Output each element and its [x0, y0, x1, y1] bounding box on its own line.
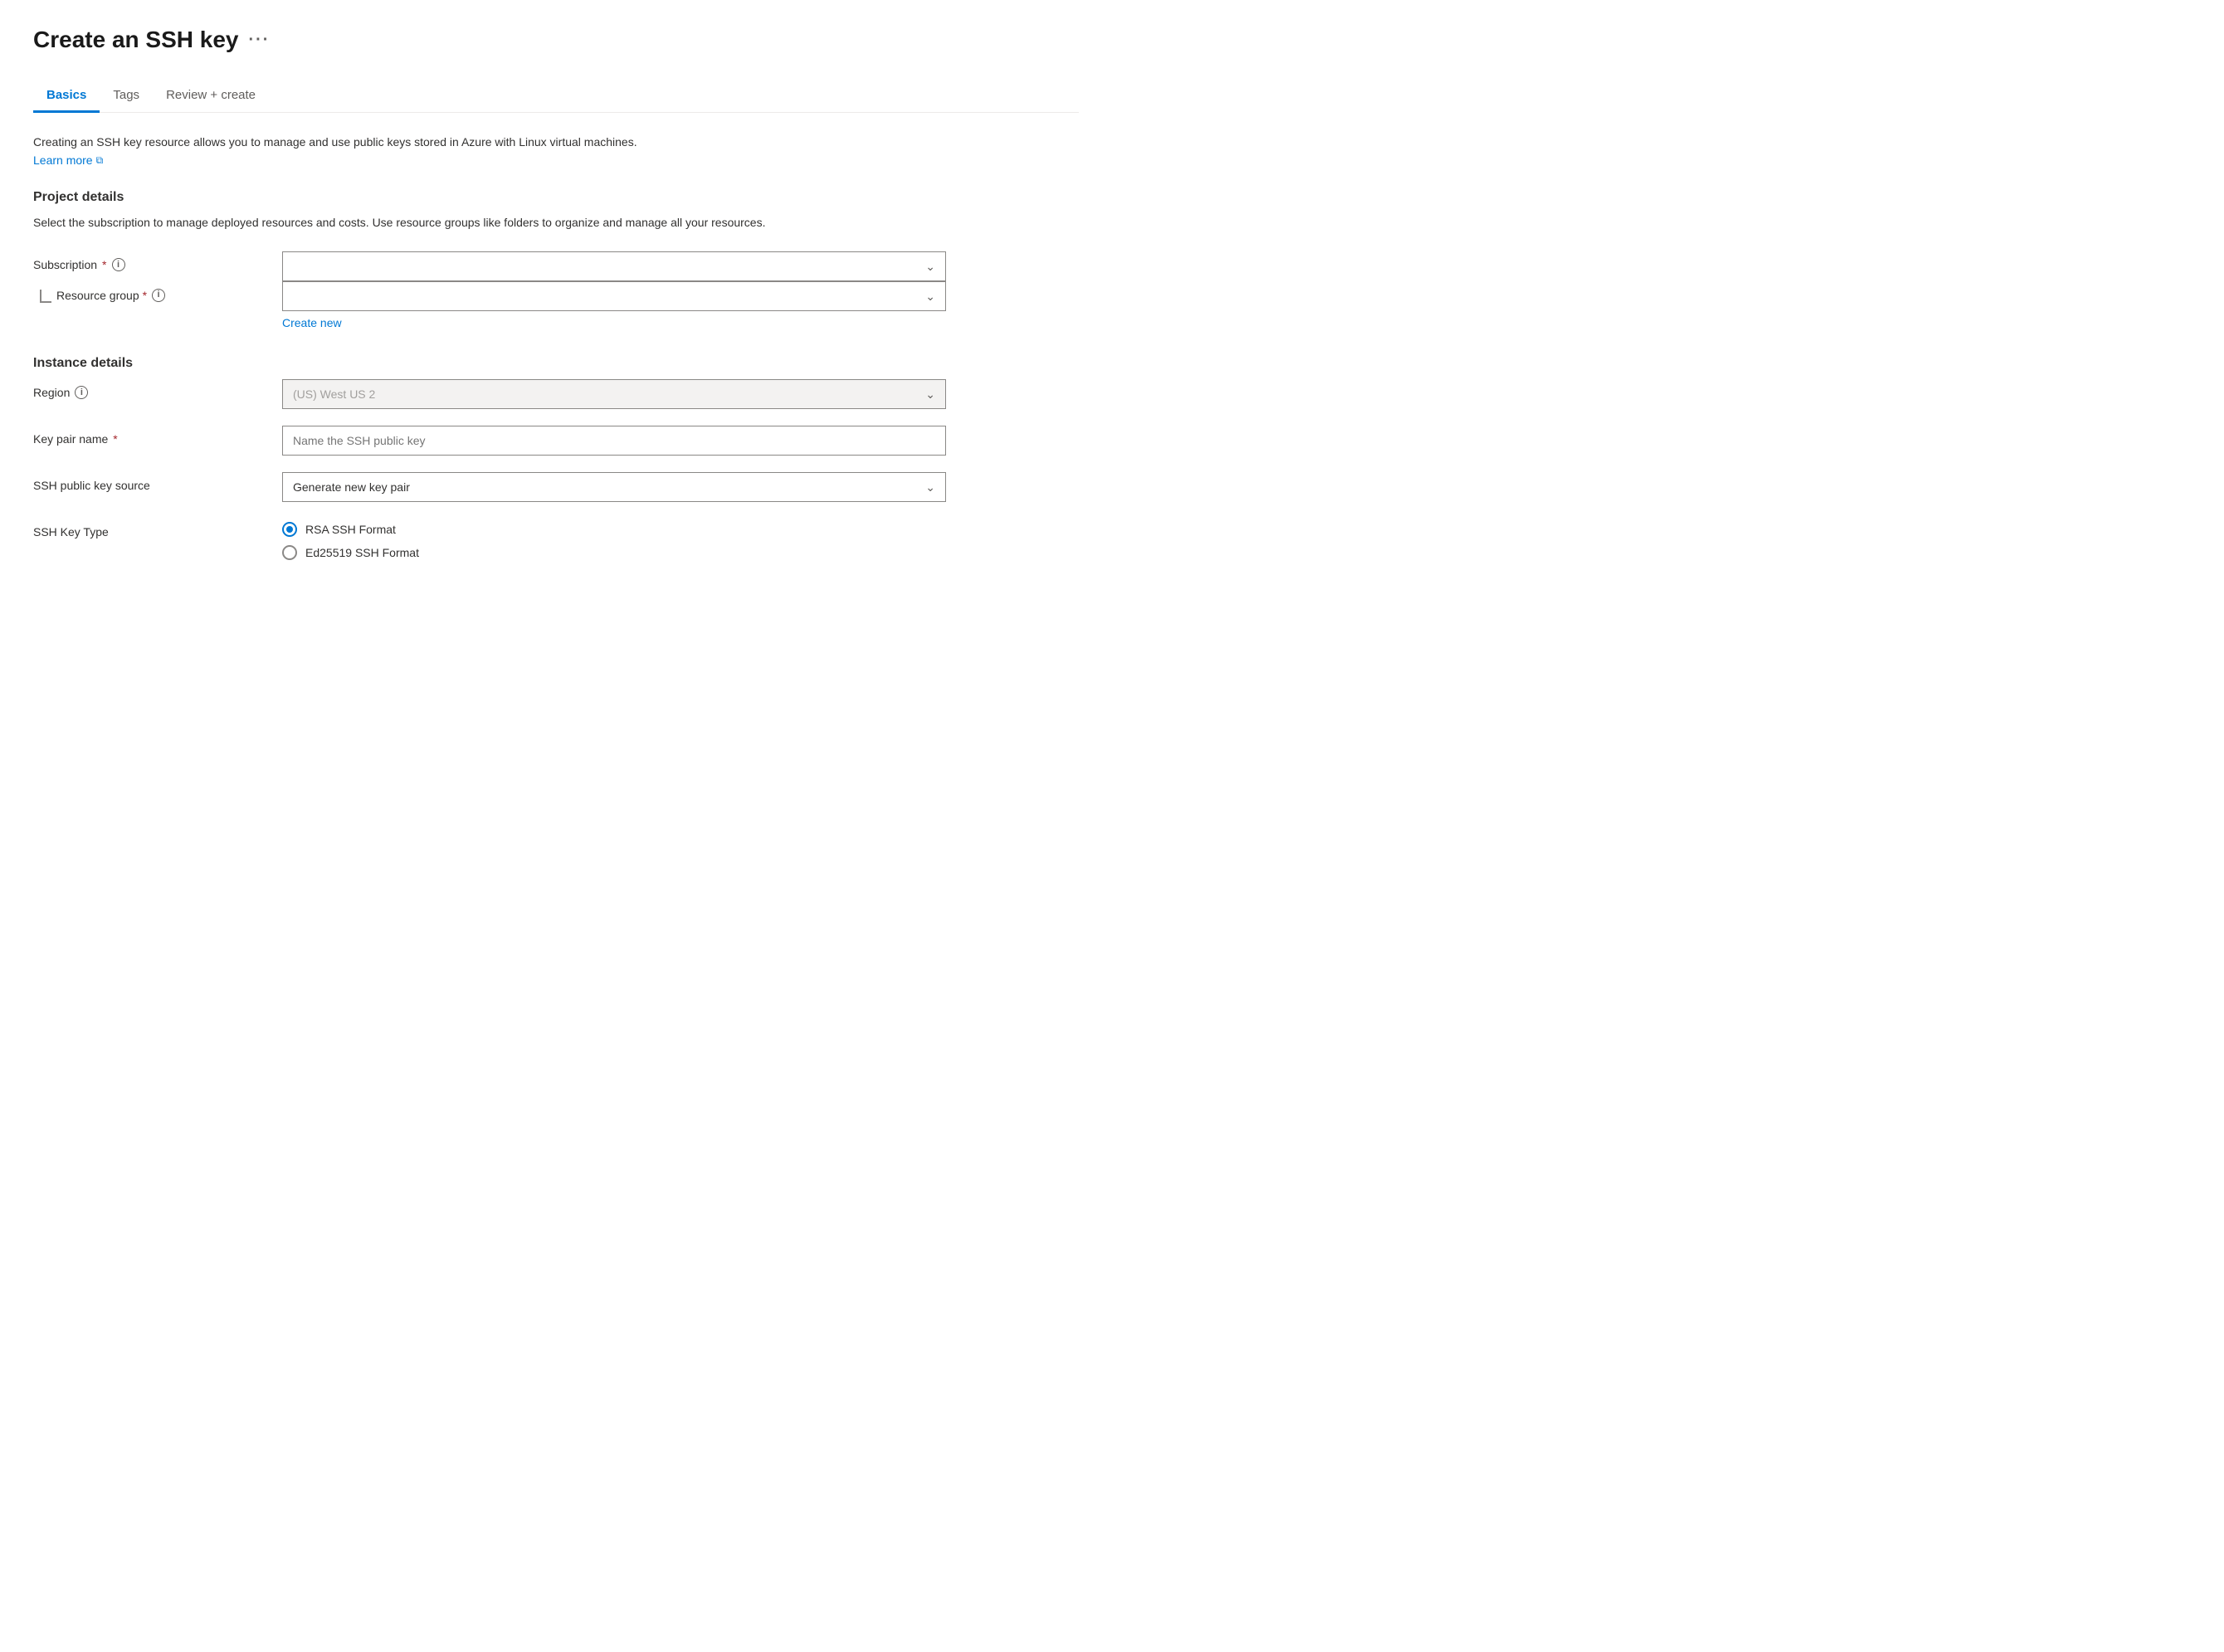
learn-more-link[interactable]: Learn more ⧉: [33, 151, 103, 169]
region-value: (US) West US 2: [293, 387, 375, 401]
description-text: Creating an SSH key resource allows you …: [33, 133, 1079, 151]
instance-details-title: Instance details: [33, 356, 1079, 371]
subscription-row: Subscription * i ⌄: [33, 251, 1079, 281]
more-options-button[interactable]: ···: [248, 31, 270, 50]
radio-circle-ed25519: [282, 545, 297, 560]
resource-group-row: Resource group * i ⌄ Create new: [33, 281, 1079, 329]
resource-group-chevron-icon: ⌄: [925, 290, 935, 304]
resource-group-required-star: *: [143, 289, 147, 302]
tabs-row: Basics Tags Review + create: [33, 80, 1079, 113]
ssh-public-key-source-dropdown[interactable]: Generate new key pair ⌄: [282, 472, 946, 502]
ssh-public-key-source-row: SSH public key source Generate new key p…: [33, 472, 1079, 502]
project-details-description: Select the subscription to manage deploy…: [33, 213, 1079, 231]
subscription-chevron-icon: ⌄: [925, 260, 935, 274]
resource-group-control-col: ⌄ Create new: [282, 281, 946, 329]
key-pair-name-row: Key pair name *: [33, 426, 1079, 456]
key-pair-name-input[interactable]: [282, 426, 946, 456]
ssh-public-key-source-label-col: SSH public key source: [33, 472, 266, 492]
page-container: Create an SSH key ··· Basics Tags Review…: [33, 27, 1079, 560]
page-title: Create an SSH key: [33, 27, 238, 53]
description-section: Creating an SSH key resource allows you …: [33, 133, 1079, 170]
external-link-icon: ⧉: [96, 153, 104, 168]
tab-basics[interactable]: Basics: [33, 80, 100, 113]
ssh-public-key-source-chevron-icon: ⌄: [925, 480, 935, 495]
ssh-public-key-source-label: SSH public key source: [33, 479, 150, 492]
radio-option-ed25519[interactable]: Ed25519 SSH Format: [282, 545, 946, 560]
radio-label-ed25519: Ed25519 SSH Format: [305, 546, 419, 559]
subscription-control-col: ⌄: [282, 251, 946, 281]
region-row: Region i (US) West US 2 ⌄: [33, 379, 1079, 409]
project-details-section: Project details Select the subscription …: [33, 190, 1079, 329]
ssh-key-type-label: SSH Key Type: [33, 525, 109, 538]
region-info-icon[interactable]: i: [75, 386, 88, 399]
region-label-col: Region i: [33, 379, 266, 399]
ssh-key-type-control-col: RSA SSH Format Ed25519 SSH Format: [282, 519, 946, 560]
key-pair-name-label-col: Key pair name *: [33, 426, 266, 446]
radio-label-rsa: RSA SSH Format: [305, 523, 396, 536]
tab-tags[interactable]: Tags: [100, 80, 153, 113]
subscription-required-star: *: [102, 258, 106, 271]
radio-inner-rsa: [286, 526, 293, 533]
resource-group-info-icon[interactable]: i: [152, 289, 165, 302]
resource-group-label-col: Resource group * i: [33, 281, 266, 303]
project-details-title: Project details: [33, 190, 1079, 205]
page-title-row: Create an SSH key ···: [33, 27, 1079, 53]
ssh-key-type-label-col: SSH Key Type: [33, 519, 266, 538]
region-label: Region: [33, 386, 70, 399]
region-control-col: (US) West US 2 ⌄: [282, 379, 946, 409]
key-pair-name-label: Key pair name: [33, 432, 108, 446]
ssh-key-type-radio-group: RSA SSH Format Ed25519 SSH Format: [282, 519, 946, 560]
learn-more-label: Learn more: [33, 151, 93, 169]
key-pair-name-required-star: *: [113, 432, 117, 446]
instance-details-section: Instance details Region i (US) West US 2…: [33, 356, 1079, 560]
create-new-link[interactable]: Create new: [282, 316, 342, 329]
resource-group-dropdown[interactable]: ⌄: [282, 281, 946, 311]
radio-circle-rsa: [282, 522, 297, 537]
resource-group-label: Resource group: [56, 289, 139, 302]
subscription-info-icon[interactable]: i: [112, 258, 125, 271]
subscription-label-col: Subscription * i: [33, 251, 266, 271]
ssh-public-key-source-value: Generate new key pair: [293, 480, 410, 494]
region-dropdown[interactable]: (US) West US 2 ⌄: [282, 379, 946, 409]
radio-option-rsa[interactable]: RSA SSH Format: [282, 522, 946, 537]
subscription-dropdown[interactable]: ⌄: [282, 251, 946, 281]
ssh-key-type-row: SSH Key Type RSA SSH Format Ed25519 SSH …: [33, 519, 1079, 560]
tab-review-create[interactable]: Review + create: [153, 80, 269, 113]
region-chevron-icon: ⌄: [925, 387, 935, 402]
ssh-public-key-source-control-col: Generate new key pair ⌄: [282, 472, 946, 502]
subscription-label: Subscription: [33, 258, 97, 271]
key-pair-name-control-col: [282, 426, 946, 456]
